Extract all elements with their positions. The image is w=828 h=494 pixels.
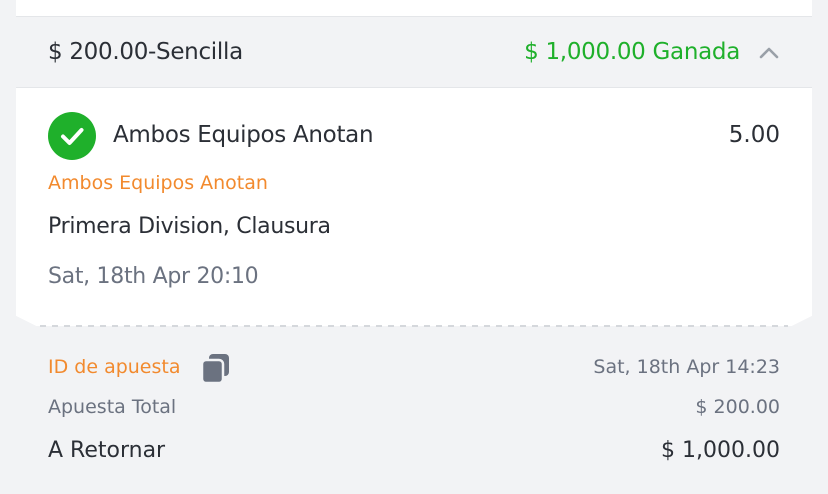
bet-card: $ 200.00-Sencilla $ 1,000.00 Ganada Ambo… <box>16 0 812 494</box>
bet-details-panel: ID de apuesta Sat, 18th Apr 14:23 Apuest… <box>16 326 812 494</box>
league-name: Primera Division, Clausura <box>48 214 331 239</box>
card-top-strip <box>16 0 812 16</box>
copy-icon[interactable] <box>199 352 233 386</box>
event-time: Sat, 18th Apr 20:10 <box>48 264 259 289</box>
return-label: A Retornar <box>48 438 166 463</box>
chevron-up-icon[interactable] <box>758 43 780 61</box>
placed-time: Sat, 18th Apr 14:23 <box>593 356 780 378</box>
bet-id-label: ID de apuesta <box>48 356 181 378</box>
total-stake-label: Apuesta Total <box>48 396 177 418</box>
bet-header[interactable]: $ 200.00-Sencilla $ 1,000.00 Ganada <box>16 16 812 88</box>
total-stake-value: $ 200.00 <box>695 396 780 418</box>
return-value: $ 1,000.00 <box>661 438 780 463</box>
selection-name: Ambos Equipos Anotan <box>113 122 374 148</box>
result-label: $ 1,000.00 Ganada <box>524 39 740 65</box>
stake-type-label: $ 200.00-Sencilla <box>48 39 243 65</box>
selection-odds: 5.00 <box>728 122 780 148</box>
ticket-tear-divider <box>0 306 828 336</box>
check-circle-icon <box>48 112 96 160</box>
market-name: Ambos Equipos Anotan <box>48 172 268 194</box>
